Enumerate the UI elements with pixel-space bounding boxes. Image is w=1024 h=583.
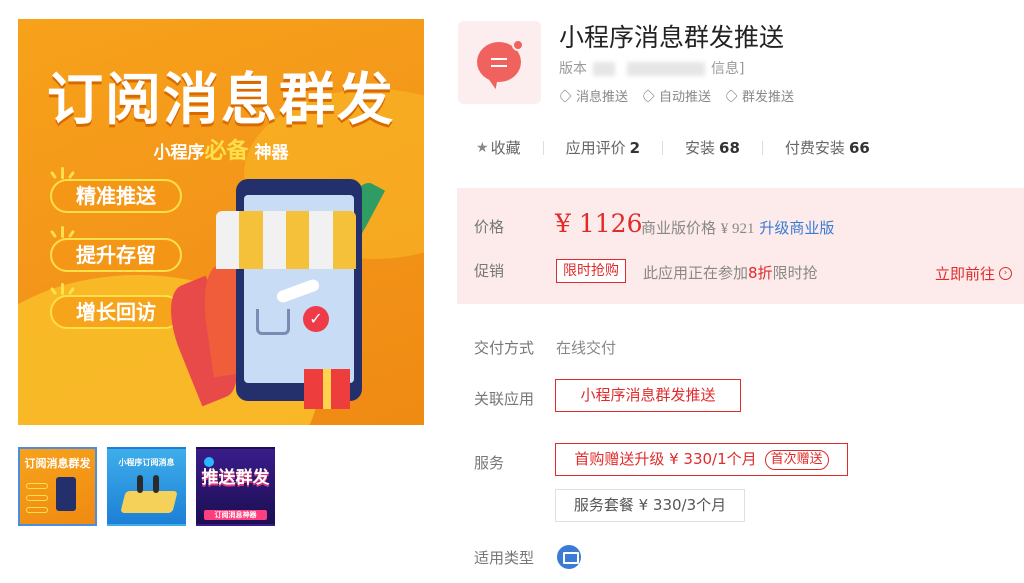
tag-icon	[558, 88, 572, 103]
shop-awning-illustration	[216, 211, 356, 269]
chat-bubble-icon	[477, 39, 524, 82]
version-suffix: 信息]	[711, 61, 745, 77]
mini-person	[137, 475, 143, 493]
tag-label: 群发推送	[742, 90, 795, 105]
promo-discount: 8折	[748, 264, 773, 282]
tag-item[interactable]: 自动推送	[641, 86, 712, 105]
subline-suffix: 神器	[254, 143, 289, 163]
promo-text-prefix: 此应用正在参加	[643, 264, 749, 282]
mini-platform	[120, 491, 178, 513]
thumbnail-caption: 订阅消息神器	[204, 510, 267, 520]
mini-person	[153, 475, 159, 493]
divider	[662, 140, 664, 155]
tag-icon	[724, 88, 738, 103]
applicable-type-label: 适用类型	[474, 549, 535, 567]
mini-globe-icon	[204, 457, 214, 467]
favorite-button[interactable]: ★ 收藏	[476, 137, 521, 158]
desktop-icon	[557, 545, 581, 569]
divider	[542, 140, 544, 155]
install-count: 68	[719, 139, 740, 157]
promo-label: 促销	[474, 262, 505, 280]
service-option-label: 首购赠送升级 ¥ 330/1个月	[574, 450, 757, 468]
tag-list: 消息推送 自动推送 群发推送	[558, 86, 795, 105]
subline-prefix: 小程序	[153, 143, 205, 163]
feature-pill: 精准推送	[50, 179, 182, 213]
version-info: 版本 信息]	[559, 58, 744, 78]
redacted-text	[593, 62, 615, 76]
rating-label: 应用评价	[565, 139, 626, 157]
tag-icon	[641, 88, 655, 103]
promo-description: 此应用正在参加8折限时抢	[643, 262, 818, 283]
price-panel: 价格 ¥ 1126 商业版价格 ¥ 921 升级商业版 促销 限时抢购 此应用正…	[457, 188, 1024, 304]
app-icon	[458, 21, 541, 104]
divider	[761, 140, 763, 155]
thumbnail-3[interactable]: 推送群发 订阅消息神器	[196, 447, 275, 526]
sparkle-icon	[48, 165, 78, 180]
thumbnail-text: 订阅消息群发	[24, 457, 91, 470]
price-value: ¥ 1126	[555, 209, 643, 238]
tag-item[interactable]: 消息推送	[558, 86, 629, 105]
service-option-2[interactable]: 服务套餐 ¥ 330/3个月	[555, 489, 745, 522]
sparkle-icon	[48, 281, 78, 296]
upgrade-business-link[interactable]: 升级商业版	[759, 219, 834, 237]
paid-install-stat: 付费安装 66	[785, 137, 870, 158]
related-app-button[interactable]: 小程序消息群发推送	[555, 379, 741, 412]
service-option-1[interactable]: 首购赠送升级 ¥ 330/1个月 首次赠送	[555, 443, 848, 476]
subline-highlight: 必备	[204, 139, 249, 164]
promo-badge: 限时抢购	[556, 259, 626, 283]
install-stat: 安装 68	[685, 137, 740, 158]
first-gift-badge: 首次赠送	[764, 450, 829, 470]
favorite-label: 收藏	[490, 139, 521, 157]
rating-stat[interactable]: 应用评价 2	[566, 137, 640, 158]
tag-item[interactable]: 群发推送	[724, 86, 795, 105]
delivery-value: 在线交付	[556, 339, 617, 357]
price-label: 价格	[474, 218, 505, 236]
paid-install-count: 66	[848, 139, 870, 157]
goto-label: 立即前往	[934, 265, 995, 283]
service-label: 服务	[474, 454, 505, 472]
rating-count: 2	[629, 139, 641, 157]
mini-phone	[56, 477, 76, 511]
check-icon: ✓	[303, 306, 329, 332]
tag-label: 自动推送	[659, 90, 712, 105]
app-title: 小程序消息群发推送	[559, 23, 785, 52]
promo-text-suffix: 限时抢	[772, 264, 818, 282]
stats-bar: ★ 收藏 应用评价 2 安装 68 付费安装 66	[476, 137, 870, 158]
goto-promo-link[interactable]: 立即前往 ›	[935, 263, 1012, 284]
mini-pill	[26, 507, 48, 513]
feature-pill: 提升存留	[50, 238, 182, 272]
mini-pill	[26, 483, 48, 489]
redacted-text	[627, 62, 705, 76]
sparkle-icon	[48, 224, 78, 239]
install-label: 安装	[685, 139, 716, 157]
thumbnail-2[interactable]: 小程序订阅消息	[107, 447, 186, 526]
thumbnail-strip: 订阅消息群发 小程序订阅消息 推送群发 订阅消息神器	[18, 447, 275, 526]
image-headline: 订阅消息群发	[47, 68, 395, 133]
gift-icon	[304, 369, 350, 409]
mini-pill	[26, 495, 48, 501]
thumbnail-1[interactable]: 订阅消息群发	[18, 447, 97, 526]
feature-pill: 增长回访	[50, 295, 182, 329]
tag-label: 消息推送	[576, 90, 629, 105]
version-prefix: 版本	[559, 61, 587, 77]
cart-icon	[256, 309, 290, 335]
main-product-image: 订阅消息群发 小程序必备 神器 精准推送 提升存留 增长回访 ✓	[18, 19, 424, 425]
star-icon: ★	[476, 139, 489, 156]
thumbnail-text: 推送群发	[201, 468, 270, 488]
business-price: 商业版价格 ¥ 921 升级商业版	[641, 217, 834, 238]
thumbnail-text: 小程序订阅消息	[118, 458, 175, 467]
paid-install-label: 付费安装	[784, 139, 845, 157]
image-subline: 小程序必备 神器	[18, 133, 424, 165]
business-price-label: 商业版价格	[641, 219, 717, 237]
related-app-label: 关联应用	[474, 390, 535, 408]
business-price-value: ¥ 921	[720, 221, 755, 237]
delivery-label: 交付方式	[474, 339, 535, 357]
chevron-right-icon: ›	[999, 267, 1012, 280]
